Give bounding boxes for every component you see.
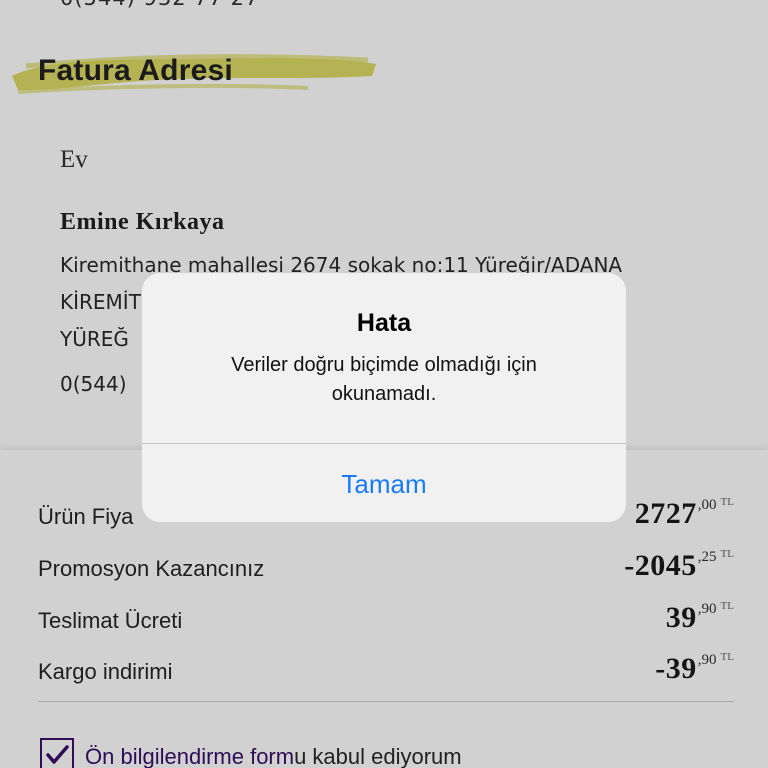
- error-alert-dialog: Hata Veriler doğru biçimde olmadığı için…: [142, 273, 626, 522]
- alert-title: Hata: [356, 309, 412, 337]
- alert-message: Veriler doğru biçimde olmadığı için okun…: [231, 354, 537, 405]
- alert-ok-button[interactable]: Tamam: [142, 444, 626, 522]
